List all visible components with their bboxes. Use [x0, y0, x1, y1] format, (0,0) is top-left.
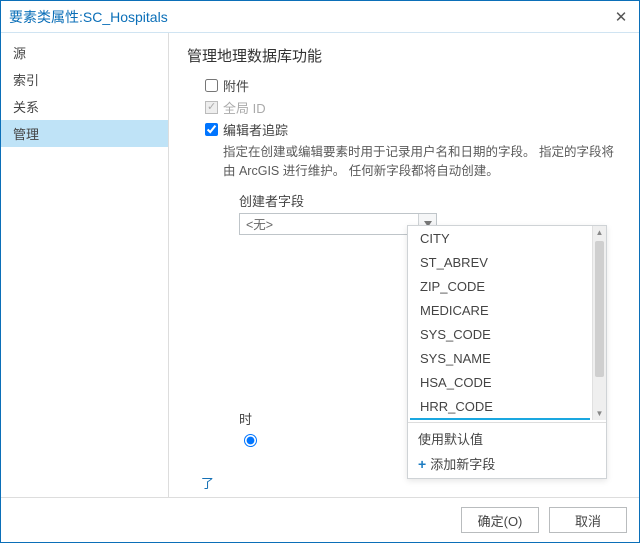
sidebar-item-manage[interactable]: 管理	[1, 120, 168, 147]
ok-button[interactable]: 确定(O)	[461, 507, 539, 533]
cancel-button[interactable]: 取消	[549, 507, 627, 533]
dialog-footer: 确定(O) 取消	[1, 498, 639, 542]
dropdown-item[interactable]: ST_ABREV	[410, 250, 590, 274]
checkbox-row-globalid: 全局 ID	[201, 98, 621, 117]
checkbox-label: 附件	[223, 76, 249, 95]
checkbox-row-editor-tracking: 编辑者追踪	[201, 120, 621, 139]
creator-field-dropdown: CITY ST_ABREV ZIP_CODE MEDICARE SYS_CODE…	[407, 225, 607, 479]
dropdown-item[interactable]: SYS_NAME	[410, 346, 590, 370]
title-value: SC_Hospitals	[83, 9, 168, 25]
dropdown-item[interactable]: MEDICARE	[410, 298, 590, 322]
title-prefix: 要素类属性:	[9, 7, 83, 27]
dropdown-item[interactable]: SYS_CODE	[410, 322, 590, 346]
dropdown-separator	[408, 422, 606, 423]
dropdown-item[interactable]: CITY	[410, 226, 590, 250]
dropdown-add-new-field[interactable]: + 添加新字段	[408, 451, 606, 476]
dropdown-use-default[interactable]: 使用默认值	[408, 426, 606, 451]
dropdown-item[interactable]: HRR_CODE	[410, 394, 590, 418]
scroll-down-icon[interactable]: ▼	[596, 407, 604, 420]
section-heading: 管理地理数据库功能	[187, 45, 621, 66]
sidebar-item-label: 关系	[13, 100, 39, 115]
dropdown-item[interactable]: ZIP_CODE	[410, 274, 590, 298]
titlebar: 要素类属性: SC_Hospitals ✕	[1, 1, 639, 33]
sidebar-item-label: 源	[13, 46, 26, 61]
scroll-track[interactable]	[593, 239, 606, 407]
creator-field-label: 创建者字段	[239, 191, 621, 210]
sidebar-item-index[interactable]: 索引	[1, 66, 168, 93]
sidebar-item-label: 管理	[13, 127, 39, 142]
checkbox-label: 全局 ID	[223, 98, 266, 117]
sidebar-item-relationship[interactable]: 关系	[1, 93, 168, 120]
dropdown-item-highlighted[interactable]: Creator	[410, 418, 590, 420]
sidebar: 源 索引 关系 管理	[1, 33, 169, 497]
radio-option[interactable]	[244, 434, 257, 447]
plus-icon: +	[418, 456, 426, 472]
scroll-up-icon[interactable]: ▲	[596, 226, 604, 239]
dropdown-item[interactable]: HSA_CODE	[410, 370, 590, 394]
checkbox-editor-tracking[interactable]	[205, 123, 218, 136]
dropdown-items: CITY ST_ABREV ZIP_CODE MEDICARE SYS_CODE…	[408, 226, 592, 420]
sidebar-item-source[interactable]: 源	[1, 39, 168, 66]
scroll-thumb[interactable]	[595, 241, 604, 377]
content-pane: 管理地理数据库功能 附件 全局 ID 编辑者追踪 指定在创建或编辑要素时用于记录…	[169, 33, 639, 497]
checkbox-globalid	[205, 101, 218, 114]
checkbox-attachments[interactable]	[205, 79, 218, 92]
close-button[interactable]: ✕	[611, 7, 631, 27]
checkbox-label: 编辑者追踪	[223, 120, 288, 139]
editor-tracking-description: 指定在创建或编辑要素时用于记录用户名和日期的字段。 指定的字段将由 ArcGIS…	[223, 143, 621, 181]
combo-selected-value: <无>	[240, 214, 418, 233]
sidebar-item-label: 索引	[13, 73, 39, 88]
checkbox-row-attachments: 附件	[201, 76, 621, 95]
dropdown-scrollbar[interactable]: ▲ ▼	[592, 226, 606, 420]
feature-class-properties-dialog: 要素类属性: SC_Hospitals ✕ 源 索引 关系 管理 管理地理数据库…	[0, 0, 640, 543]
